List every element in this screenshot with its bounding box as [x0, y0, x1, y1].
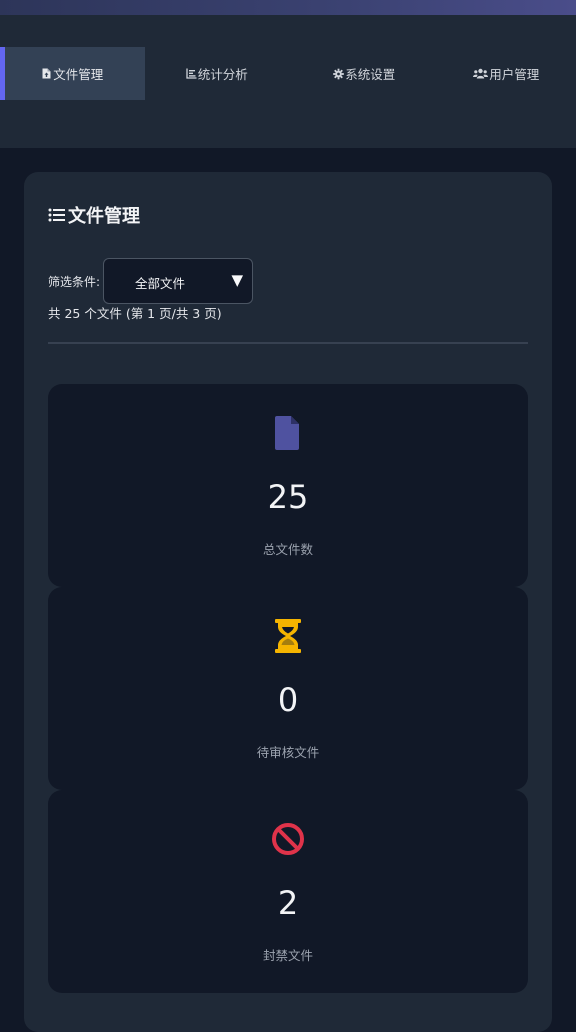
top-navigation: 文件管理 统计分析: [0, 15, 576, 148]
stat-label: 封禁文件: [48, 945, 528, 964]
nav-item-label: 系统设置: [345, 64, 395, 83]
ban-icon: [48, 822, 528, 856]
nav-item-label: 用户管理: [489, 64, 539, 83]
filter-selected-value: 全部文件: [135, 273, 185, 292]
file-icon: [48, 416, 528, 450]
gear-icon: [333, 68, 344, 79]
users-icon: [473, 68, 488, 79]
filter-label: 筛选条件:: [48, 273, 100, 290]
nav-tabs: 文件管理 统计分析: [0, 47, 576, 100]
stat-label: 总文件数: [48, 539, 528, 558]
nav-item-statistics[interactable]: 统计分析: [145, 47, 290, 100]
file-filter-select[interactable]: 全部文件 ▼: [103, 258, 253, 304]
stat-card-banned-files: 2 封禁文件: [48, 790, 528, 993]
file-management-panel: 文件管理 筛选条件: 全部文件 ▼ 共 25 个文件 (第 1 页/共 3 页)…: [24, 172, 552, 1032]
stat-value: 25: [48, 478, 528, 516]
hourglass-icon: [48, 619, 528, 653]
nav-item-label: 统计分析: [198, 64, 248, 83]
page-title: 文件管理: [48, 202, 140, 228]
nav-item-label: 文件管理: [53, 64, 103, 83]
stat-card-pending-files: 0 待审核文件: [48, 587, 528, 790]
nav-item-user-management[interactable]: 用户管理: [437, 47, 576, 100]
divider: [48, 342, 528, 344]
top-gradient-bar: [0, 0, 576, 15]
stat-value: 0: [48, 681, 528, 719]
file-upload-icon: [41, 68, 52, 79]
nav-item-settings[interactable]: 系统设置: [292, 47, 437, 100]
dropdown-arrow-icon: ▼: [231, 271, 243, 289]
file-count-text: 共 25 个文件 (第 1 页/共 3 页): [48, 303, 222, 322]
page-title-text: 文件管理: [68, 202, 140, 228]
list-icon: [48, 207, 66, 223]
stat-value: 2: [48, 884, 528, 922]
nav-item-file-management[interactable]: 文件管理: [0, 47, 145, 100]
stat-card-total-files: 25 总文件数: [48, 384, 528, 587]
stat-label: 待审核文件: [48, 742, 528, 761]
chart-icon: [186, 68, 197, 79]
